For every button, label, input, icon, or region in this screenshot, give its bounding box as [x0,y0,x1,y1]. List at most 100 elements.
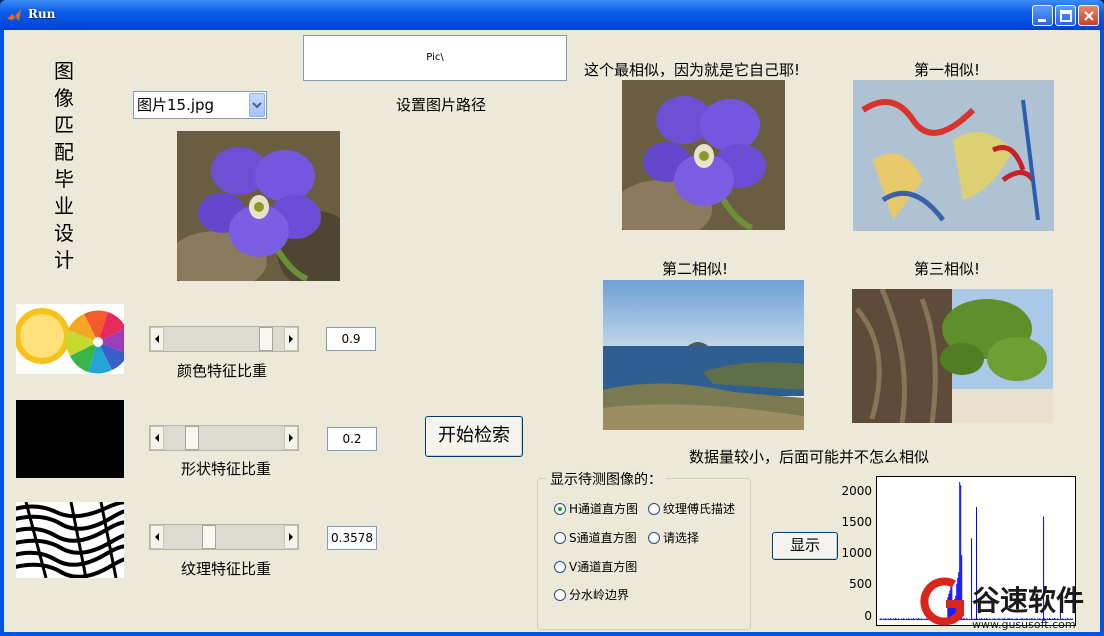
histogram-bar [881,618,883,621]
image-select[interactable]: 图片15.jpg [133,91,267,119]
shape-feature-image [16,400,124,478]
histogram-bar [894,618,896,621]
radio-icon [554,561,566,573]
slider-left-arrow-icon[interactable] [150,426,164,450]
radio-label: V通道直方图 [569,560,638,574]
radio-please-select[interactable]: 请选择 [648,529,699,546]
radio-label: 请选择 [663,531,700,545]
path-label: 设置图片路径 [396,96,487,114]
first-match-caption: 第一相似! [914,61,981,79]
minimize-icon [1038,19,1046,22]
radio-watershed[interactable]: 分水岭边界 [554,586,629,603]
second-match-caption: 第二相似! [662,260,729,278]
watermark-brand: 谷速软件 [972,584,1084,617]
histogram-bar [897,619,899,621]
histogram-bar [908,618,910,621]
slider-right-arrow-icon[interactable] [284,327,298,351]
histogram-bar [899,618,901,621]
color-weight-slider[interactable] [149,326,299,352]
histogram-bar [888,618,890,621]
radio-fourier-texture[interactable]: 纹理傅氏描述 [648,500,735,517]
maximize-button[interactable] [1055,5,1076,26]
radio-label: S通道直方图 [569,531,637,545]
figure-area: 图像匹配毕业设计 Pic\ 设置图片路径 图片15.jpg 0.9 颜色特征比重… [4,30,1100,632]
slider-track[interactable] [164,525,284,549]
histogram-bar [882,619,884,621]
display-options-group: 显示待测图像的： H通道直方图 S通道直方图 V通道直方图 分水岭边界 纹理傅氏… [537,469,751,630]
histogram-bar [907,618,909,621]
slider-left-arrow-icon[interactable] [150,525,164,549]
radio-label: H通道直方图 [569,502,639,516]
histogram-bar [883,618,885,621]
slider-right-arrow-icon[interactable] [284,525,298,549]
histogram-bar [906,619,908,621]
radio-h-channel[interactable]: H通道直方图 [554,500,638,517]
title-bar[interactable]: Run [0,0,1104,30]
y-tick-500: 500 [849,577,872,591]
radio-v-channel[interactable]: V通道直方图 [554,558,637,575]
histogram-bar [879,619,881,621]
best-match-caption: 这个最相似，因为就是它自己耶! [584,61,801,79]
radio-selected-icon [554,503,566,515]
matlab-icon [7,9,21,21]
path-input[interactable]: Pic\ [303,35,567,81]
watermark-url: www.gususoft.com [972,618,1076,631]
data-note: 数据量较小，后面可能并不怎么相似 [689,448,930,466]
histogram-bar [886,618,888,621]
histogram-bar [913,618,915,621]
histogram-bar [890,618,892,621]
app-window: Run 图像匹配毕业设计 Pic\ 设置图片路径 图片15.jpg 0.9 颜色… [0,0,1104,636]
radio-s-channel[interactable]: S通道直方图 [554,529,637,546]
close-icon [1084,11,1094,21]
radio-label: 纹理傅氏描述 [663,502,736,516]
histogram-bar [909,619,911,621]
histogram-bar [891,618,893,621]
histogram-bar [896,618,898,621]
slider-thumb[interactable] [259,327,274,351]
third-match-caption: 第三相似! [914,260,981,278]
shape-weight-value[interactable]: 0.2 [327,427,377,451]
first-match-image [853,80,1054,231]
radio-icon [648,503,660,515]
minimize-button[interactable] [1032,5,1053,26]
histogram-bar [900,619,902,621]
color-feature-image [16,304,124,374]
histogram-bar [903,618,905,621]
slider-thumb[interactable] [185,426,200,450]
histogram-bar [892,619,894,621]
histogram-bar [898,618,900,621]
show-button[interactable]: 显示 [772,532,838,560]
y-tick-2000: 2000 [841,484,872,498]
histogram-bar [910,618,912,621]
texture-weight-label: 纹理特征比重 [181,560,272,578]
second-match-image [603,280,804,430]
slider-track[interactable] [164,426,284,450]
radio-icon [648,532,660,544]
display-options-title: 显示待测图像的： [546,469,666,489]
radio-icon [554,589,566,601]
third-match-image [852,289,1053,423]
shape-weight-label: 形状特征比重 [181,460,272,478]
histogram-bar [884,619,886,621]
texture-weight-value[interactable]: 0.3578 [327,526,377,550]
slider-left-arrow-icon[interactable] [150,327,164,351]
y-tick-1500: 1500 [841,515,872,529]
histogram-bar [905,618,907,621]
histogram-bar [904,619,906,621]
histogram-bar [889,618,891,621]
color-weight-value[interactable]: 0.9 [326,327,376,351]
window-title: Run [28,7,56,21]
radio-icon [554,532,566,544]
close-button[interactable] [1078,5,1099,26]
chevron-down-icon[interactable] [249,93,265,117]
slider-right-arrow-icon[interactable] [284,426,298,450]
histogram-bar [901,618,902,621]
radio-label: 分水岭边界 [569,588,630,602]
best-match-image [622,80,785,230]
shape-weight-slider[interactable] [149,425,299,451]
texture-weight-slider[interactable] [149,524,299,550]
histogram-bar [912,618,914,621]
slider-thumb[interactable] [201,525,216,549]
query-image [177,131,340,281]
start-search-button[interactable]: 开始检索 [425,416,523,457]
